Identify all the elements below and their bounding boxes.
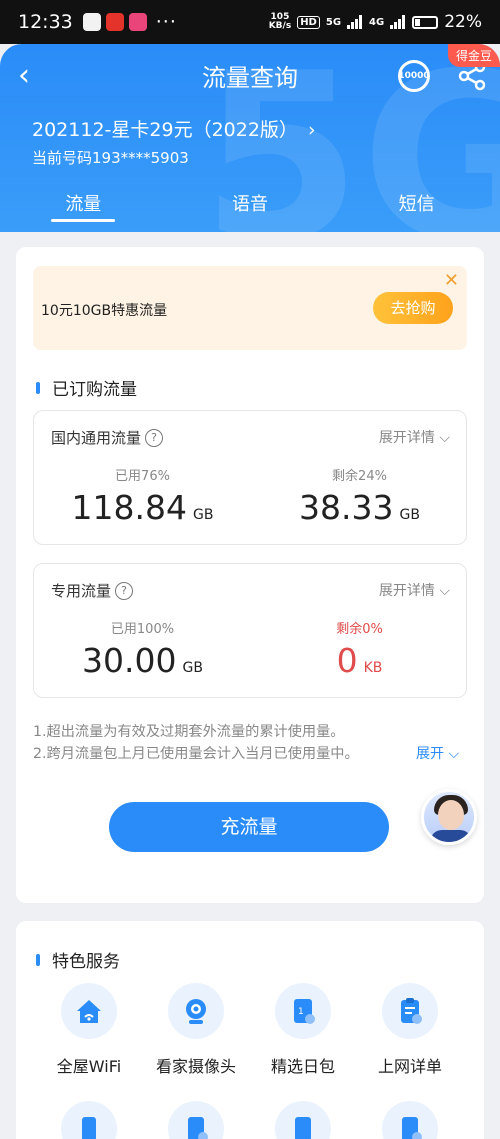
- promo-buy-button[interactable]: 去抢购: [373, 292, 453, 324]
- clipboard-icon: [382, 983, 438, 1039]
- service-row2-item[interactable]: [253, 1101, 353, 1139]
- chevron-right-icon: ›: [307, 119, 316, 141]
- services-card: 特色服务 全屋WiFi 看家摄像头 1 精选日包 上网详单: [16, 921, 484, 1139]
- avatar-face: [438, 800, 464, 830]
- remain-column: 剩余0% 0 KB: [251, 618, 468, 680]
- plan-name-text: 202112-星卡29元（2022版）: [32, 119, 298, 141]
- expand-details-text: 展开详情: [378, 583, 435, 599]
- domestic-title-text: 国内通用流量: [51, 429, 142, 447]
- remain-unit: KB: [363, 660, 383, 676]
- signal-5g-icon: 5G: [325, 16, 342, 28]
- help-icon[interactable]: ?: [145, 428, 164, 447]
- signal-bars-icon: [390, 15, 406, 29]
- usage-notes: 1.超出流量为有效及过期套外流量的累计使用量。 2.跨月流量包上月已使用量会计入…: [33, 721, 359, 765]
- used-column: 已用76% 118.84 GB: [34, 465, 251, 527]
- help-icon[interactable]: ?: [115, 581, 134, 600]
- section-title-subscribed: 已订购流量: [36, 375, 137, 400]
- remain-value: 0: [336, 641, 358, 680]
- chevron-down-icon: ⌵: [439, 430, 450, 446]
- service-label: 上网详单: [377, 1057, 442, 1076]
- hd-icon: HD: [297, 15, 320, 29]
- remain-column: 剩余24% 38.33 GB: [251, 465, 468, 527]
- svg-text:1: 1: [298, 1007, 304, 1017]
- close-icon[interactable]: ✕: [444, 270, 459, 291]
- customer-service-10000-icon[interactable]: 10000: [398, 60, 430, 92]
- current-number: 当前号码193****5903: [32, 149, 189, 167]
- section-title-services: 特色服务: [36, 947, 120, 972]
- chevron-down-icon: ⌵: [448, 746, 460, 762]
- note-line-2: 2.跨月流量包上月已使用量会计入当月已使用量中。: [33, 746, 359, 762]
- service-row2-item[interactable]: [39, 1101, 139, 1139]
- tab-sms[interactable]: 短信: [333, 190, 500, 230]
- camera-icon: [168, 983, 224, 1039]
- gold-bean-badge[interactable]: 得金豆: [447, 44, 500, 67]
- status-time: 12:33: [18, 11, 73, 33]
- special-title-text: 专用流量: [51, 582, 112, 600]
- service-internet-details[interactable]: 上网详单: [360, 983, 460, 1077]
- service-whole-house-wifi[interactable]: 全屋WiFi: [39, 983, 139, 1077]
- domestic-data-box: 国内通用流量 ? 展开详情 ⌵ 已用76% 118.84 GB 剩余24% 38.…: [33, 410, 467, 545]
- tab-bar: 流量 语音 短信: [0, 190, 500, 230]
- more-notifications-icon: ···: [155, 11, 177, 33]
- note-line-1: 1.超出流量为有效及过期套外流量的累计使用量。: [33, 724, 345, 740]
- data-usage-card: 10元10GB特惠流量 去抢购 ✕ 已订购流量 国内通用流量 ? 展开详情 ⌵ …: [16, 247, 484, 903]
- tab-voice[interactable]: 语音: [167, 190, 334, 230]
- remain-label: 剩余0%: [336, 622, 383, 637]
- app-notification-icon: [105, 13, 124, 31]
- remain-label: 剩余24%: [332, 469, 387, 484]
- used-value: 118.84: [71, 488, 187, 527]
- notes-expand-link[interactable]: 展开 ⌵: [416, 743, 459, 763]
- section-bar: [36, 953, 40, 966]
- special-data-box: 专用流量 ? 展开详情 ⌵ 已用100% 30.00 GB 剩余0% 0 KB: [33, 563, 467, 698]
- app-notification-icon: [128, 13, 147, 31]
- section-bar: [36, 381, 40, 394]
- signal-4g-icon: 4G: [369, 16, 385, 28]
- network-speed: 105 KB/s: [268, 12, 292, 31]
- service-row2-item[interactable]: [360, 1101, 460, 1139]
- used-label: 已用100%: [110, 622, 175, 637]
- status-bar: 12:33 ··· 105 KB/s HD 5G 4G 22%: [0, 0, 500, 44]
- phone-icon: [61, 1101, 117, 1139]
- plan-name[interactable]: 202112-星卡29元（2022版） ›: [32, 115, 316, 142]
- service-home-camera[interactable]: 看家摄像头: [146, 983, 246, 1077]
- battery-percent: 22%: [444, 12, 482, 32]
- tab-data[interactable]: 流量: [0, 190, 167, 230]
- chevron-down-icon: ⌵: [439, 583, 450, 599]
- document-check-icon: [168, 1101, 224, 1139]
- recharge-data-button[interactable]: 充流量: [109, 802, 389, 852]
- section-title-text: 已订购流量: [52, 380, 137, 400]
- service-daily-package[interactable]: 1 精选日包: [253, 983, 353, 1077]
- promo-banner[interactable]: 10元10GB特惠流量 去抢购 ✕: [33, 266, 467, 350]
- expand-details-link[interactable]: 展开详情 ⌵: [379, 427, 450, 447]
- package-add-icon: [382, 1101, 438, 1139]
- service-row2-item[interactable]: [146, 1101, 246, 1139]
- signal-bars-icon: [347, 15, 363, 29]
- sim-card-icon: [275, 1101, 331, 1139]
- header: 5G ‹ 流量查询 10000 得金豆 202112-星卡29元（2022版） …: [0, 44, 500, 232]
- notes-expand-text: 展开: [416, 746, 444, 762]
- used-column: 已用100% 30.00 GB: [34, 618, 251, 680]
- domestic-data-title: 国内通用流量 ?: [51, 427, 164, 448]
- section-title-text: 特色服务: [52, 952, 120, 972]
- used-unit: GB: [193, 507, 214, 523]
- assistant-avatar[interactable]: [421, 789, 477, 845]
- daily-package-icon: 1: [275, 983, 331, 1039]
- app-notification-icon: [82, 13, 101, 31]
- used-value: 30.00: [82, 641, 177, 680]
- used-unit: GB: [182, 660, 203, 676]
- remain-unit: GB: [399, 507, 420, 523]
- service-label: 精选日包: [270, 1057, 335, 1076]
- battery-icon: [412, 15, 439, 29]
- service-label: 全屋WiFi: [56, 1057, 122, 1076]
- service-label: 看家摄像头: [155, 1057, 236, 1076]
- promo-text: 10元10GB特惠流量: [41, 303, 168, 319]
- expand-details-link[interactable]: 展开详情 ⌵: [379, 580, 450, 600]
- expand-details-text: 展开详情: [378, 430, 435, 446]
- special-data-title: 专用流量 ?: [51, 580, 134, 601]
- remain-value: 38.33: [299, 488, 394, 527]
- used-label: 已用76%: [115, 469, 170, 484]
- house-wifi-icon: [61, 983, 117, 1039]
